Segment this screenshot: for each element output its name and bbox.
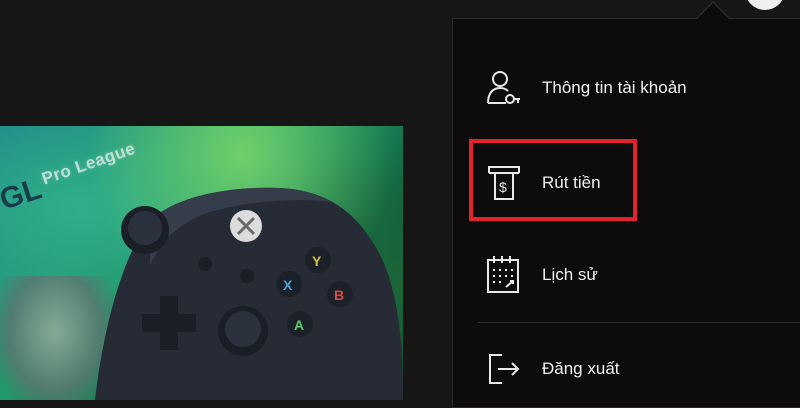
svg-text:X: X — [283, 277, 293, 293]
menu-item-label: Đăng xuất — [542, 359, 620, 378]
menu-arrow — [697, 3, 729, 19]
menu-item-history[interactable]: Lịch sử — [486, 250, 598, 300]
game-controller-graphic: Y X B A — [95, 187, 403, 400]
logout-icon — [486, 349, 526, 389]
game-banner-image: GL Pro League Y X B A — [0, 126, 403, 400]
menu-item-withdraw[interactable]: $ Rút tiền — [486, 158, 601, 208]
svg-text:A: A — [294, 317, 304, 333]
menu-item-label: Thông tin tài khoản — [542, 78, 687, 97]
calendar-history-icon — [486, 255, 526, 295]
menu-item-label: Rút tiền — [542, 173, 601, 192]
svg-text:Y: Y — [312, 253, 322, 269]
user-account-icon — [486, 68, 526, 108]
menu-item-account-info[interactable]: Thông tin tài khoản — [486, 63, 687, 113]
menu-item-logout[interactable]: Đăng xuất — [486, 344, 620, 394]
svg-text:$: $ — [499, 179, 507, 195]
user-avatar[interactable] — [745, 0, 785, 10]
menu-divider — [478, 322, 800, 323]
svg-text:B: B — [334, 287, 344, 303]
menu-item-label: Lịch sử — [542, 265, 598, 284]
atm-withdraw-icon: $ — [486, 163, 526, 203]
